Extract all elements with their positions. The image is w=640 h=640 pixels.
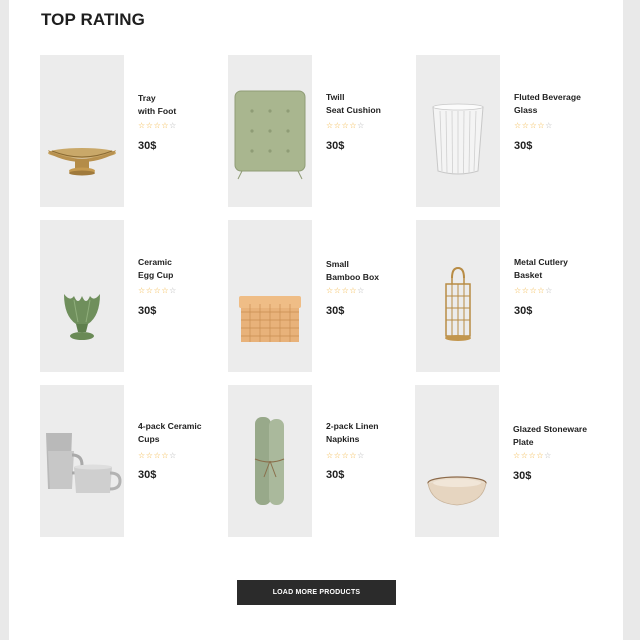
star-icon: ☆ [537, 286, 546, 295]
star-icon: ☆ [537, 121, 546, 130]
star-icon: ☆ [333, 121, 342, 130]
star-icon: ☆ [333, 451, 342, 460]
rating-stars: ☆☆☆☆☆ [514, 121, 553, 131]
product-name[interactable]: 2-pack Linen Napkins [326, 420, 406, 446]
product-image[interactable] [416, 55, 500, 207]
product-image[interactable] [228, 55, 312, 207]
gold-footed-tray-icon [48, 148, 116, 176]
product-name[interactable]: 4-pack Ceramic Cups [138, 420, 218, 446]
product-card[interactable]: Glazed Stoneware Plate ☆☆☆☆☆ 30$ [415, 385, 587, 537]
star-icon: ☆ [545, 286, 553, 295]
star-icon: ☆ [357, 286, 365, 295]
rating-stars: ☆☆☆☆☆ [326, 286, 365, 296]
star-icon: ☆ [521, 286, 530, 295]
product-image[interactable] [40, 55, 124, 207]
star-icon: ☆ [145, 286, 154, 295]
product-image[interactable] [228, 385, 312, 537]
product-card[interactable]: Metal Cutlery Basket ☆☆☆☆☆ 30$ [416, 220, 586, 372]
star-icon: ☆ [145, 121, 154, 130]
rating-stars: ☆☆☆☆☆ [138, 286, 177, 296]
product-name[interactable]: Small Bamboo Box [326, 258, 406, 284]
rating-stars: ☆☆☆☆☆ [138, 121, 177, 131]
product-name[interactable]: Twill Seat Cushion [326, 91, 406, 117]
star-icon: ☆ [521, 121, 530, 130]
star-icon: ☆ [161, 286, 170, 295]
stoneware-bowl-icon [427, 476, 487, 506]
rating-stars: ☆☆☆☆☆ [513, 451, 552, 461]
star-icon: ☆ [138, 286, 146, 295]
product-image[interactable] [415, 385, 499, 537]
product-name[interactable]: Tray with Foot [138, 92, 218, 118]
star-icon: ☆ [513, 451, 521, 460]
product-card[interactable]: Tray with Foot ☆☆☆☆☆ 30$ [40, 55, 210, 207]
rolled-linen-napkins-icon [254, 417, 285, 505]
product-card[interactable]: Twill Seat Cushion ☆☆☆☆☆ 30$ [228, 55, 398, 207]
star-icon: ☆ [169, 121, 177, 130]
star-icon: ☆ [333, 286, 342, 295]
product-image[interactable] [40, 385, 124, 537]
star-icon: ☆ [326, 286, 334, 295]
product-price: 30$ [138, 469, 157, 481]
star-icon: ☆ [161, 121, 170, 130]
product-price: 30$ [326, 305, 345, 317]
star-icon: ☆ [544, 451, 552, 460]
star-icon: ☆ [169, 286, 177, 295]
product-card[interactable]: Ceramic Egg Cup ☆☆☆☆☆ 30$ [40, 220, 210, 372]
star-icon: ☆ [349, 121, 358, 130]
product-price: 30$ [138, 305, 157, 317]
star-icon: ☆ [349, 286, 358, 295]
green-egg-cup-icon [64, 294, 100, 340]
star-icon: ☆ [169, 451, 177, 460]
star-icon: ☆ [326, 451, 334, 460]
rating-stars: ☆☆☆☆☆ [138, 451, 177, 461]
green-seat-cushion-icon [234, 90, 306, 180]
product-price: 30$ [326, 469, 345, 481]
star-icon: ☆ [138, 121, 146, 130]
product-card[interactable]: Fluted Beverage Glass ☆☆☆☆☆ 30$ [416, 55, 586, 207]
star-icon: ☆ [536, 451, 545, 460]
product-image[interactable] [416, 220, 500, 372]
star-icon: ☆ [545, 121, 553, 130]
star-icon: ☆ [357, 451, 365, 460]
page: TOP RATING Tray with Foot ☆☆☆☆☆ 30$ Twil… [9, 0, 623, 640]
rating-stars: ☆☆☆☆☆ [514, 286, 553, 296]
product-image[interactable] [228, 220, 312, 372]
rating-stars: ☆☆☆☆☆ [326, 121, 365, 131]
product-price: 30$ [513, 470, 532, 482]
rating-stars: ☆☆☆☆☆ [326, 451, 365, 461]
product-card[interactable]: 2-pack Linen Napkins ☆☆☆☆☆ 30$ [228, 385, 398, 537]
product-grid: Tray with Foot ☆☆☆☆☆ 30$ Twill Seat Cush… [9, 0, 623, 560]
star-icon: ☆ [138, 451, 146, 460]
fluted-glass-icon [432, 103, 484, 175]
product-card[interactable]: Small Bamboo Box ☆☆☆☆☆ 30$ [228, 220, 398, 372]
star-icon: ☆ [520, 451, 529, 460]
gold-cutlery-basket-icon [445, 266, 471, 341]
star-icon: ☆ [514, 286, 522, 295]
product-name[interactable]: Ceramic Egg Cup [138, 256, 218, 282]
star-icon: ☆ [357, 121, 365, 130]
stacked-grey-cups-icon [46, 433, 122, 493]
product-price: 30$ [326, 140, 345, 152]
star-icon: ☆ [349, 451, 358, 460]
product-price: 30$ [514, 140, 533, 152]
star-icon: ☆ [161, 451, 170, 460]
product-name[interactable]: Glazed Stoneware Plate [513, 423, 593, 449]
product-name[interactable]: Fluted Beverage Glass [514, 91, 594, 117]
product-price: 30$ [514, 305, 533, 317]
product-price: 30$ [138, 140, 157, 152]
product-card[interactable]: 4-pack Ceramic Cups ☆☆☆☆☆ 30$ [40, 385, 210, 537]
star-icon: ☆ [326, 121, 334, 130]
star-icon: ☆ [514, 121, 522, 130]
product-name[interactable]: Metal Cutlery Basket [514, 256, 594, 282]
load-more-button[interactable]: LOAD MORE PRODUCTS [237, 580, 396, 605]
product-image[interactable] [40, 220, 124, 372]
star-icon: ☆ [145, 451, 154, 460]
bamboo-box-icon [239, 296, 301, 342]
